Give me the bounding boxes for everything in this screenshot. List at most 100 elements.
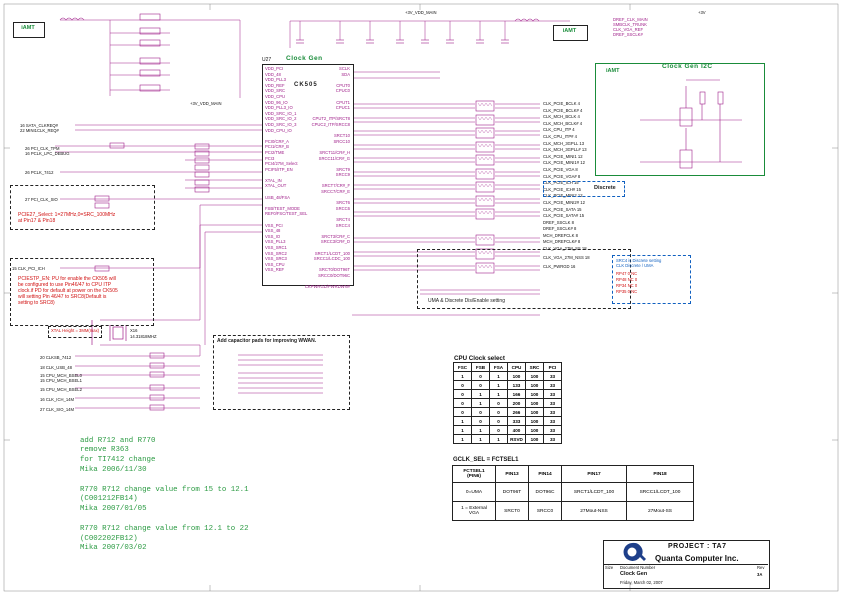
table-cell: 100: [525, 371, 544, 381]
table-cell: 0: [471, 416, 490, 426]
table-cell: 33: [543, 416, 562, 426]
table-cell: 1 = External VGA: [452, 501, 496, 521]
output-signal: CLK_CPU_ITP# 4: [543, 133, 577, 139]
table-cell: 0: [453, 398, 472, 408]
output-signal: CLK_PCIE_BCLK# 4: [543, 107, 583, 113]
gclk-title: GCLK_SEL = FCTSEL1: [453, 457, 519, 463]
rev-value: 3A: [757, 572, 763, 577]
company-name: Quanta Computer Inc.: [655, 554, 739, 563]
src4-note-subtitle: CLK Discrete / UMA: [616, 263, 654, 268]
sheet-title: Clock Gen: [620, 571, 648, 577]
output-signal: CLK_PCIE_VGA 8: [543, 166, 578, 172]
table-cell: 33: [543, 434, 562, 444]
crystal-freq: 14.31818MHZ: [130, 334, 157, 339]
table-cell: 33: [543, 407, 562, 417]
table-cell: 100: [525, 416, 544, 426]
gclk-table-header: FCTSEL1 (PIN6): [452, 465, 496, 483]
change-log-line: (C001212FB14): [80, 495, 138, 504]
output-signal: CLK_PCIE_BCLK 4: [543, 101, 581, 106]
output-signal: CLK_MCH_BCLK# 4: [543, 120, 583, 126]
output-signal: CLK_PCIE_MINI1 12: [543, 153, 583, 159]
quanta-logo: [623, 542, 646, 561]
table-cell: 1: [489, 371, 508, 381]
table-cell: 1: [489, 380, 508, 390]
table-cell: 100: [525, 434, 544, 444]
change-log-line: [80, 476, 249, 486]
gclk-table-header: PIN13: [495, 465, 529, 483]
table-cell: 1: [453, 425, 472, 435]
table-cell: 33: [543, 371, 562, 381]
discrete-label: Discrete: [594, 185, 616, 191]
left-signal-5: 26 PCLK_7412: [25, 170, 54, 175]
power-net-clk: +3V_VDD_MAIN: [190, 101, 222, 106]
output-signal: CLK_PCIE_MINI1# 12: [543, 160, 585, 166]
table-cell: 166: [507, 389, 526, 399]
power-net-3v: +3V: [698, 10, 706, 15]
gclk-table: FCTSEL1 (PIN6) PIN13 PIN14 PIN17 PIN18 0=UMA D…: [452, 465, 694, 521]
left-signal-12: 15 CPU_MCH_BSEL2: [40, 387, 82, 392]
table-cell: 27Mout-NSS: [561, 501, 627, 521]
table-row: 1 1 1 RSVD 100 33: [453, 434, 562, 444]
table-cell: 100: [525, 380, 544, 390]
table-cell: 100: [507, 371, 526, 381]
cpu-clock-title: CPU Clock select: [454, 355, 505, 362]
output-signal: CLK_MCH_3GPLL# 13: [543, 147, 587, 153]
pciestp-note: PCIESTP_EN: PU for enable the CK505 will…: [18, 276, 118, 306]
change-log-line: for TI7412 change: [80, 456, 156, 465]
output-signal: MCH_DREFCLK 8: [543, 232, 578, 238]
output-signal: CLK_PCIE_MINI2# 12: [543, 199, 585, 205]
gclk-table-header: PIN14: [528, 465, 562, 483]
table-cell: 0: [489, 398, 508, 408]
table-row: 1 0 1 100 100 33: [453, 371, 562, 381]
table-row: 1 = External VGA SRCT0 SRCC0 27Mout-NSS 27Mo…: [452, 501, 694, 521]
pcie27-note: PCIE27_Select: 1=27MHz,0=SRC_100MHz at P…: [18, 212, 116, 224]
table-cell: 333: [507, 416, 526, 426]
src4-row: RP35 0 NC: [616, 289, 638, 294]
table-cell: 1: [489, 389, 508, 399]
cpu-table-header: SRC: [525, 362, 544, 372]
table-cell: RSVD: [507, 434, 526, 444]
table-cell: 100: [525, 398, 544, 408]
table-cell: 0: [489, 407, 508, 417]
change-log-line: [80, 515, 249, 525]
cpu-table-header: CPU: [507, 362, 526, 372]
date-value: Friday, March 02, 2007: [620, 580, 663, 585]
table-cell: 1: [471, 389, 490, 399]
output-signal: CLK_PCIE_SATA# 15: [543, 213, 585, 219]
table-cell: 33: [543, 389, 562, 399]
table-cell: 1: [471, 425, 490, 435]
left-signal-9: 18 CLK_USB_48: [40, 365, 72, 370]
doc-label: Document Number: [620, 565, 656, 570]
cpu-table-header: FSB: [471, 362, 490, 372]
table-cell: 0: [453, 380, 472, 390]
table-cell: 1: [453, 434, 472, 444]
gclk-table-header: PIN17: [561, 465, 627, 483]
table-cell: 400: [507, 425, 526, 435]
table-row: 0 0 1 133 100 33: [453, 380, 562, 390]
table-cell: 33: [543, 380, 562, 390]
iamt-right-label: iAMT: [562, 28, 577, 34]
iamt-left-label: iAMT: [21, 25, 35, 31]
table-cell: 0: [453, 407, 472, 417]
output-signal: CLK_PCIE_VGA# 8: [543, 173, 581, 179]
left-signal-2: 22 MINI1CLK_REQ#: [20, 128, 59, 133]
cpu-table-header: FSC: [453, 362, 472, 372]
change-log-line: add R712 and R770: [80, 436, 156, 445]
output-signal: CLK_CPU_ITP 4: [543, 127, 575, 133]
chip-ref: U27: [262, 57, 272, 63]
change-log-line: Mika 2006/11/30: [80, 465, 147, 474]
output-signal: CLK_MCH_3GPLL 13: [543, 140, 585, 146]
table-cell: DOT96C: [528, 482, 562, 502]
clock-gen-title: Clock Gen: [286, 55, 323, 62]
table-cell: SRCC1/LCDT_100: [626, 482, 694, 502]
table-cell: 133: [507, 380, 526, 390]
table-cell: 0: [489, 416, 508, 426]
left-signal-11: 15 CPU_MCH_BSEL1: [40, 378, 82, 383]
change-log-line: Mika 2007/03/02: [80, 544, 147, 553]
capacitor-pads-drawing: [238, 354, 323, 394]
table-cell: 0: [471, 371, 490, 381]
table-row: 1 1 0 400 100 33: [453, 425, 562, 435]
table-cell: 266: [507, 407, 526, 417]
output-signal: MCH_DREFCLK# 8: [543, 239, 581, 245]
table-cell: 33: [543, 398, 562, 408]
